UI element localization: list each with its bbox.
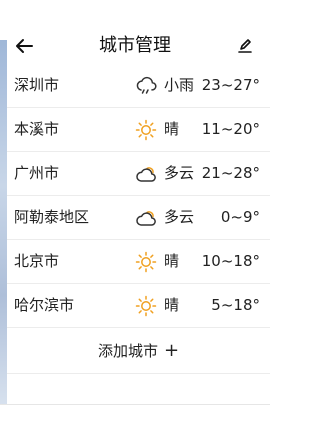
sun-icon	[135, 119, 157, 141]
weather-condition: 晴	[164, 120, 180, 138]
city-name: 本溪市	[14, 120, 60, 138]
cloud-rain-icon	[136, 76, 157, 94]
edit-button[interactable]	[233, 34, 257, 58]
add-city-label: 添加城市	[97, 342, 158, 360]
partly-cloudy-icon	[136, 167, 156, 182]
edit-icon	[238, 39, 252, 53]
plus-icon: +	[163, 339, 180, 361]
partly-cloudy-icon	[136, 211, 156, 226]
city-row[interactable]: 北京市 晴 10~18°	[7, 240, 270, 284]
temperature-range: 21~28°	[201, 164, 260, 182]
city-row[interactable]: 广州市 多云 21~28°	[7, 152, 270, 196]
background-app-edge	[0, 40, 7, 405]
weather-condition: 晴	[164, 252, 180, 270]
city-name: 广州市	[14, 164, 60, 182]
city-name: 北京市	[14, 252, 60, 270]
add-city-row: 添加城市 +	[7, 328, 270, 374]
city-name: 哈尔滨市	[14, 296, 75, 314]
temperature-range: 10~18°	[201, 252, 260, 270]
weather-condition: 多云	[164, 208, 195, 226]
city-row[interactable]: 本溪市 晴 11~20°	[7, 108, 270, 152]
header: 城市管理	[0, 30, 270, 64]
temperature-range: 5~18°	[211, 296, 260, 314]
temperature-range: 11~20°	[201, 120, 260, 138]
sun-icon	[135, 295, 157, 317]
divider	[0, 404, 270, 405]
temperature-range: 23~27°	[201, 76, 260, 94]
weather-condition: 多云	[164, 164, 195, 182]
city-name: 深圳市	[14, 76, 60, 94]
sun-icon	[135, 251, 157, 273]
temperature-range: 0~9°	[220, 208, 260, 226]
city-row[interactable]: 阿勒泰地区 多云 0~9°	[7, 196, 270, 240]
city-row[interactable]: 深圳市 小雨 23~27°	[7, 64, 270, 108]
add-city-button[interactable]: 添加城市 +	[98, 340, 179, 361]
weather-condition: 小雨	[164, 76, 195, 94]
city-list: 深圳市 小雨 23~27° 本溪市 晴 11~20° 广州市 多云 21~28°…	[7, 64, 270, 374]
weather-condition: 晴	[164, 296, 180, 314]
city-name: 阿勒泰地区	[14, 208, 90, 226]
page-title: 城市管理	[99, 35, 171, 56]
city-row[interactable]: 哈尔滨市 晴 5~18°	[7, 284, 270, 328]
